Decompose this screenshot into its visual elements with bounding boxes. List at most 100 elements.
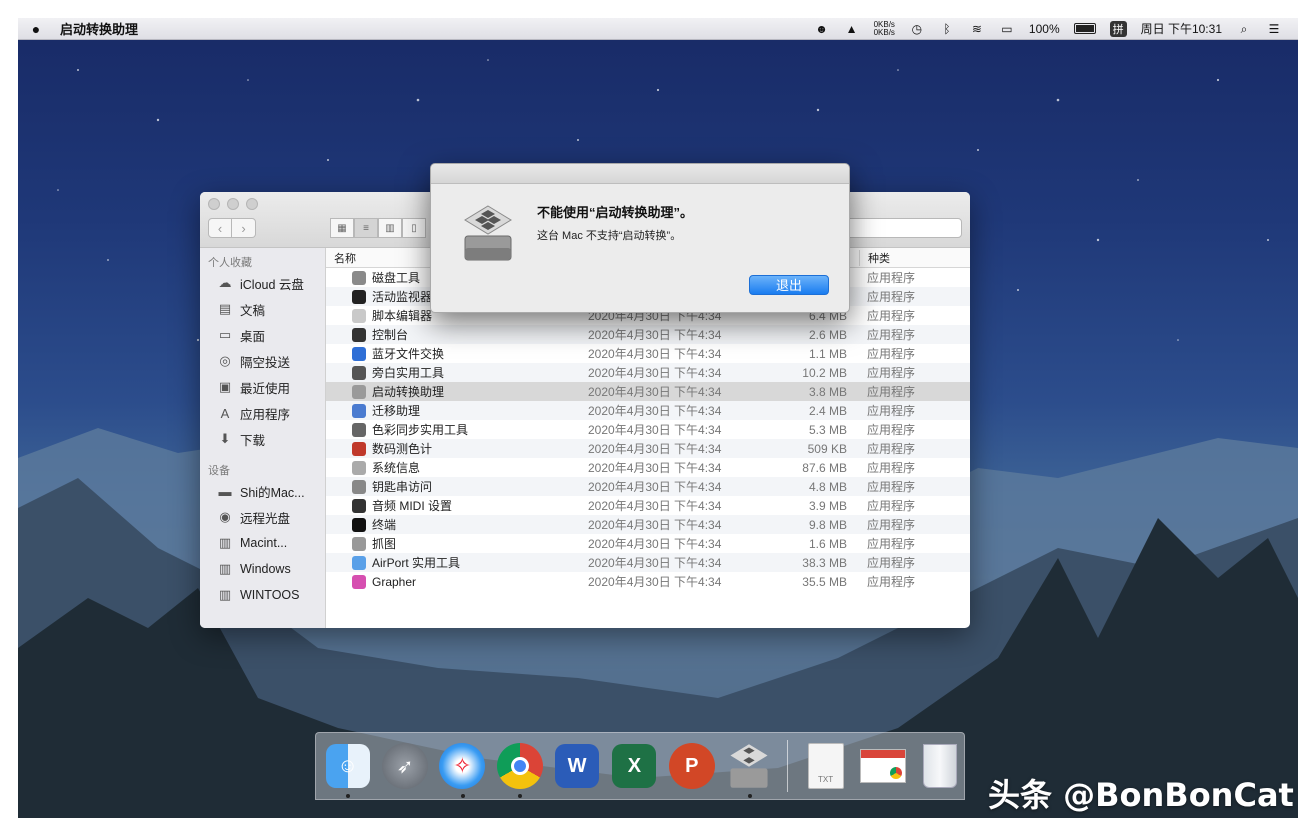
file-row[interactable]: 音频 MIDI 设置 2020年4月30日 下午4:34 3.9 MB 应用程序 bbox=[326, 496, 970, 515]
file-kind: 应用程序 bbox=[867, 385, 916, 399]
harddisk-icon: ▥ bbox=[218, 535, 232, 550]
minimize-button[interactable] bbox=[227, 198, 239, 210]
file-size: 3.8 MB bbox=[808, 384, 847, 399]
file-row[interactable]: 钥匙串访问 2020年4月30日 下午4:34 4.8 MB 应用程序 bbox=[326, 477, 970, 496]
file-row[interactable]: 启动转换助理 2020年4月30日 下午4:34 3.8 MB 应用程序 bbox=[326, 382, 970, 401]
file-row[interactable]: 迁移助理 2020年4月30日 下午4:34 2.4 MB 应用程序 bbox=[326, 401, 970, 420]
notification-center-icon[interactable]: ☰ bbox=[1266, 22, 1282, 36]
file-row[interactable]: 抓图 2020年4月30日 下午4:34 1.6 MB 应用程序 bbox=[326, 534, 970, 553]
desktop-icon: ▭ bbox=[218, 327, 232, 342]
file-kind: 应用程序 bbox=[867, 480, 916, 494]
file-row[interactable]: 旁白实用工具 2020年4月30日 下午4:34 10.2 MB 应用程序 bbox=[326, 363, 970, 382]
boot-camp-dock-icon bbox=[730, 744, 768, 788]
app-icon bbox=[352, 346, 366, 361]
sidebar-item[interactable]: A 应用程序 bbox=[200, 400, 325, 426]
file-row[interactable]: 色彩同步实用工具 2020年4月30日 下午4:34 5.3 MB 应用程序 bbox=[326, 420, 970, 439]
app-icon bbox=[352, 479, 366, 494]
close-button[interactable] bbox=[208, 198, 220, 210]
column-header-kind[interactable]: 种类 bbox=[859, 249, 970, 266]
finder-sidebar: 个人收藏 ☁ iCloud 云盘 ▤ 文稿 ▭ 桌面 ◎ 隔空投送 ▣ 最近使用 A 应用程序 ⬇ 下载 … bbox=[200, 248, 326, 628]
file-name-cell: 启动转换助理 bbox=[326, 383, 588, 400]
window-controls bbox=[208, 198, 258, 210]
txt-document-icon: TXT bbox=[807, 743, 844, 789]
file-name-cell: 系统信息 bbox=[326, 459, 588, 476]
gallery-view-button[interactable]: ▯ bbox=[402, 218, 426, 238]
net-download: 0KB/s bbox=[873, 27, 895, 37]
dock-chrome[interactable] bbox=[496, 742, 543, 798]
file-date: 2020年4月30日 下午4:34 bbox=[588, 461, 722, 475]
list-view-button[interactable]: ≡ bbox=[354, 218, 378, 238]
menu-clock[interactable]: 周日 下午10:31 bbox=[1141, 20, 1222, 37]
file-size: 2.4 MB bbox=[808, 403, 847, 418]
face-status-icon[interactable]: ☻ bbox=[814, 22, 830, 36]
input-method[interactable]: 拼 bbox=[1109, 20, 1127, 37]
file-kind: 应用程序 bbox=[867, 461, 916, 475]
app-icon bbox=[352, 460, 366, 475]
disc-icon: ◉ bbox=[219, 509, 231, 524]
battery-icon[interactable] bbox=[1073, 23, 1096, 34]
search-input[interactable] bbox=[842, 218, 962, 238]
sidebar-item[interactable]: ◉ 远程光盘 bbox=[200, 504, 325, 530]
wifi-icon[interactable]: ≋ bbox=[969, 22, 985, 36]
dock-txt-file[interactable]: TXT bbox=[802, 742, 849, 790]
sidebar-item[interactable]: ▥ WINTOOS bbox=[200, 582, 325, 608]
sidebar-item-label: 下载 bbox=[240, 433, 266, 448]
harddisk-icon: ▥ bbox=[218, 587, 232, 602]
file-row[interactable]: 终端 2020年4月30日 下午4:34 9.8 MB 应用程序 bbox=[326, 515, 970, 534]
icon-view-button[interactable]: ▦ bbox=[330, 218, 354, 238]
alert-dialog: 不能使用“启动转换助理”。 这台 Mac 不支持“启动转换”。 退出 bbox=[430, 163, 850, 313]
quit-button[interactable]: 退出 bbox=[749, 275, 829, 295]
file-rows: 磁盘工具 应用程序 活动监视器 应用程序 脚本编辑器 2020年4月30日 下午4:34 6… bbox=[326, 268, 970, 591]
dock-launchpad[interactable]: ➶ bbox=[381, 742, 429, 790]
bluetooth-icon[interactable]: ᛒ bbox=[939, 22, 955, 36]
sidebar-item[interactable]: ☁ iCloud 云盘 bbox=[200, 270, 325, 296]
file-name-cell: 音频 MIDI 设置 bbox=[326, 497, 588, 514]
time-machine-icon[interactable]: ◷ bbox=[909, 22, 925, 36]
menu-app-name[interactable]: 启动转换助理 bbox=[60, 19, 138, 38]
sidebar-item[interactable]: ▥ Windows bbox=[200, 556, 325, 582]
spotlight-search-icon[interactable]: ⌕ bbox=[1236, 22, 1252, 36]
sidebar-item[interactable]: ▭ 桌面 bbox=[200, 322, 325, 348]
zoom-button[interactable] bbox=[246, 198, 258, 210]
dock-safari[interactable]: ✧ bbox=[439, 742, 486, 798]
file-size: 4.8 MB bbox=[808, 479, 847, 494]
file-row[interactable]: 系统信息 2020年4月30日 下午4:34 87.6 MB 应用程序 bbox=[326, 458, 970, 477]
file-row[interactable]: AirPort 实用工具 2020年4月30日 下午4:34 38.3 MB 应用程序 bbox=[326, 553, 970, 572]
file-row[interactable]: 蓝牙文件交换 2020年4月30日 下午4:34 1.1 MB 应用程序 bbox=[326, 344, 970, 363]
back-button[interactable]: ‹ bbox=[208, 218, 232, 238]
sidebar-item-label: iCloud 云盘 bbox=[240, 277, 304, 292]
file-row[interactable]: 数码测色计 2020年4月30日 下午4:34 509 KB 应用程序 bbox=[326, 439, 970, 458]
dock-excel[interactable]: X bbox=[611, 742, 658, 790]
sidebar-item[interactable]: ▬ Shi的Mac... bbox=[200, 478, 325, 504]
airdrop-icon: ◎ bbox=[219, 353, 231, 368]
apple-menu-icon[interactable]: ● bbox=[18, 21, 54, 37]
sidebar-item[interactable]: ▤ 文稿 bbox=[200, 296, 325, 322]
airplay-icon[interactable]: ▭ bbox=[999, 22, 1015, 36]
sidebar-item[interactable]: ⬇ 下载 bbox=[200, 426, 325, 452]
sidebar-item[interactable]: ◎ 隔空投送 bbox=[200, 348, 325, 374]
battery-percent[interactable]: 100% bbox=[1029, 22, 1060, 36]
file-name: 启动转换助理 bbox=[372, 385, 445, 399]
sidebar-item[interactable]: ▣ 最近使用 bbox=[200, 374, 325, 400]
file-kind: 应用程序 bbox=[867, 309, 916, 323]
sidebar-item-label: 应用程序 bbox=[240, 407, 291, 422]
column-view-button[interactable]: ▥ bbox=[378, 218, 402, 238]
network-speed[interactable]: 0KB/s 0KB/s bbox=[873, 20, 895, 37]
file-date: 2020年4月30日 下午4:34 bbox=[588, 404, 722, 418]
cat-status-icon[interactable]: ▲ bbox=[844, 22, 860, 36]
forward-button[interactable]: › bbox=[232, 218, 256, 238]
file-name: 蓝牙文件交换 bbox=[372, 347, 445, 361]
dock-powerpoint[interactable]: P bbox=[668, 742, 715, 790]
dock-finder[interactable]: ☺ bbox=[324, 742, 371, 798]
dock-word[interactable]: W bbox=[553, 742, 600, 790]
file-row[interactable]: Grapher 2020年4月30日 下午4:34 35.5 MB 应用程序 bbox=[326, 572, 970, 591]
sidebar-item[interactable]: ▥ Macint... bbox=[200, 530, 325, 556]
dock-boot-camp[interactable] bbox=[726, 742, 773, 798]
dock-screenshot-file[interactable] bbox=[859, 742, 906, 790]
file-row[interactable]: 控制台 2020年4月30日 下午4:34 2.6 MB 应用程序 bbox=[326, 325, 970, 344]
file-date: 2020年4月30日 下午4:34 bbox=[588, 499, 722, 513]
dock-trash[interactable] bbox=[917, 742, 964, 790]
boot-camp-icon bbox=[464, 205, 512, 261]
file-date: 2020年4月30日 下午4:34 bbox=[588, 347, 722, 361]
excel-icon: X bbox=[612, 744, 657, 788]
